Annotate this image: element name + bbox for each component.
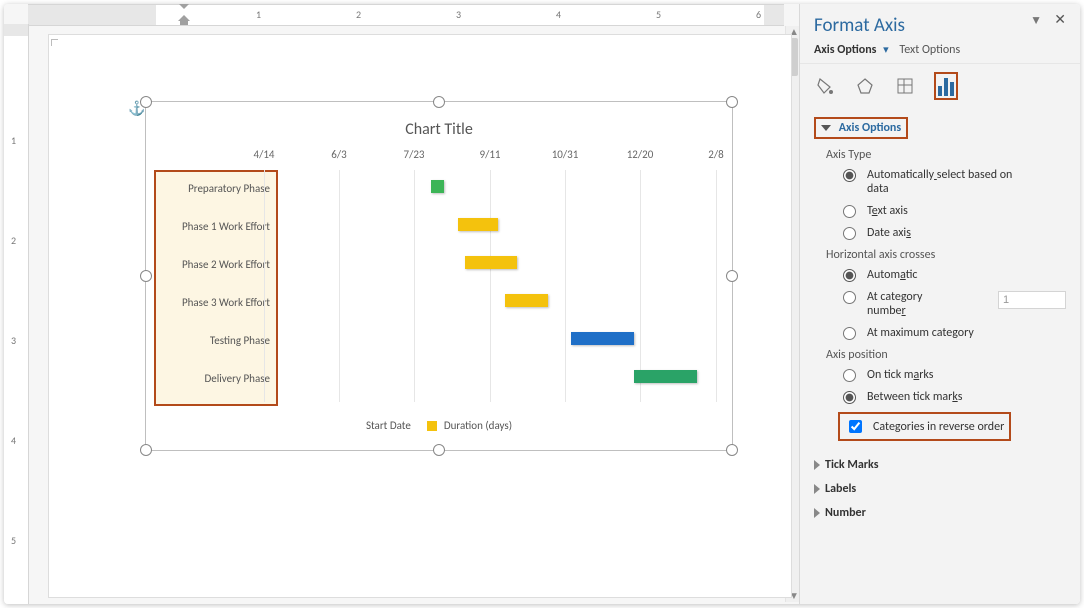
radio-hax-at-category-number[interactable] xyxy=(843,291,856,304)
radio-axis-type-date[interactable] xyxy=(843,227,856,240)
size-properties-icon[interactable] xyxy=(894,75,916,97)
gantt-bar[interactable] xyxy=(634,370,697,383)
close-icon[interactable]: ✕ xyxy=(1054,11,1066,28)
radio-label: Date axis xyxy=(867,226,911,240)
chart-legend[interactable]: Start Date Duration (days) xyxy=(146,419,732,432)
resize-handle[interactable] xyxy=(140,270,152,282)
radio-on-tick-marks[interactable] xyxy=(843,369,856,382)
resize-handle[interactable] xyxy=(433,444,445,456)
category-label: Preparatory Phase xyxy=(150,182,270,195)
section-labels[interactable]: Labels xyxy=(814,477,1066,501)
category-number-input[interactable] xyxy=(998,291,1066,309)
radio-label: Between tick marks xyxy=(867,390,962,404)
category-axis-highlight: Preparatory Phase Phase 1 Work Effort Ph… xyxy=(154,170,278,406)
gantt-bar[interactable] xyxy=(431,180,444,193)
legend-entry: Duration (days) xyxy=(444,419,512,432)
section-tick-marks[interactable]: Tick Marks xyxy=(814,453,1066,477)
radio-axis-type-text[interactable] xyxy=(843,205,856,218)
radio-label: Automatic xyxy=(867,268,917,282)
x-axis-labels: 4/14 6/3 7/23 9/11 10/31 12/20 2/8 xyxy=(146,148,732,164)
radio-axis-type-auto[interactable] xyxy=(843,169,856,182)
radio-hax-at-max[interactable] xyxy=(843,327,856,340)
format-axis-pane: Format Axis ▼ ✕ Axis Options ▾ Text Opti… xyxy=(799,4,1080,604)
resize-handle[interactable] xyxy=(140,96,152,108)
section-number[interactable]: Number xyxy=(814,501,1066,525)
category-label: Delivery Phase xyxy=(150,372,270,385)
section-axis-options[interactable]: Axis Options xyxy=(839,121,901,135)
resize-handle[interactable] xyxy=(140,444,152,456)
radio-label: At maximum category xyxy=(867,326,974,340)
radio-label: Text axis xyxy=(867,204,908,218)
hax-crosses-label: Horizontal axis crosses xyxy=(814,244,1066,264)
resize-handle[interactable] xyxy=(726,270,738,282)
radio-between-tick-marks[interactable] xyxy=(843,391,856,404)
legend-swatch-icon xyxy=(427,421,437,431)
document-page[interactable]: ⚓ Chart Title 4/14 6/3 7/23 9/11 10/31 1… xyxy=(48,34,792,598)
gantt-bar[interactable] xyxy=(571,332,634,345)
resize-handle[interactable] xyxy=(433,96,445,108)
chart-title[interactable]: Chart Title xyxy=(146,120,732,139)
axis-position-label: Axis position xyxy=(814,344,1066,364)
tab-axis-options[interactable]: Axis Options xyxy=(814,43,876,57)
radio-label: Automatically select based ondata xyxy=(867,168,1012,196)
chart-object[interactable]: ⚓ Chart Title 4/14 6/3 7/23 9/11 10/31 1… xyxy=(145,101,733,451)
resize-handle[interactable] xyxy=(726,444,738,456)
category-label: Phase 3 Work Effort xyxy=(150,296,270,309)
document-area: 1 2 3 4 5 6 1 2 3 4 5 ▲ ▼ ⚓ xyxy=(4,4,800,604)
tab-text-options[interactable]: Text Options xyxy=(899,43,960,57)
radio-label: On tick marks xyxy=(867,368,933,382)
gantt-bar[interactable] xyxy=(505,294,548,307)
plot-area[interactable] xyxy=(264,170,716,402)
pane-title: Format Axis xyxy=(814,14,905,37)
gantt-bar[interactable] xyxy=(465,256,517,269)
category-label: Phase 2 Work Effort xyxy=(150,258,270,271)
resize-handle[interactable] xyxy=(726,96,738,108)
page-corner-mark xyxy=(51,39,58,46)
axis-options-icon[interactable] xyxy=(934,72,958,100)
vertical-ruler[interactable]: 1 2 3 4 5 xyxy=(4,24,29,604)
gantt-bar[interactable] xyxy=(458,218,498,231)
axis-type-label: Axis Type xyxy=(814,144,1066,164)
legend-entry: Start Date xyxy=(366,419,411,432)
category-label: Testing Phase xyxy=(150,334,270,347)
checkbox-label: Categories in reverse order xyxy=(873,420,1004,434)
pane-menu-icon[interactable]: ▼ xyxy=(1030,13,1042,28)
radio-hax-auto[interactable] xyxy=(843,269,856,282)
effects-icon[interactable] xyxy=(854,75,876,97)
category-label: Phase 1 Work Effort xyxy=(150,220,270,233)
horizontal-ruler[interactable]: 1 2 3 4 5 6 xyxy=(28,4,784,26)
checkbox-categories-reverse-order[interactable] xyxy=(849,420,862,433)
radio-label: At categorynumber xyxy=(867,290,922,318)
chevron-down-icon[interactable]: ▾ xyxy=(883,43,889,56)
fill-line-icon[interactable] xyxy=(814,75,836,97)
indent-marker[interactable] xyxy=(178,4,190,25)
